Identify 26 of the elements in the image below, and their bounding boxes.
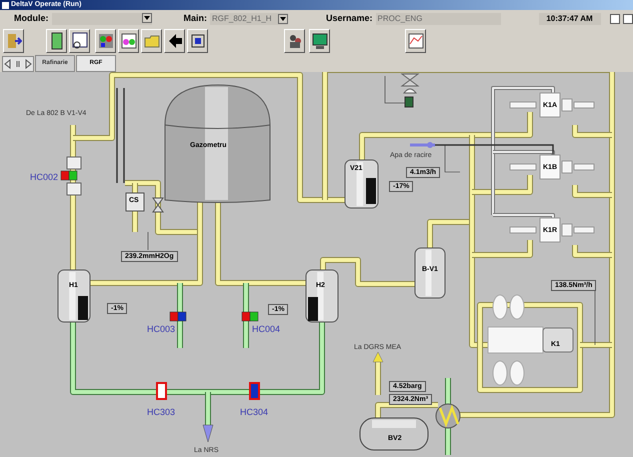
username-field: PROC_ENG [376,12,501,24]
users-icon[interactable] [284,28,305,52]
display-icon[interactable] [118,28,139,52]
main-dropdown[interactable]: RGF_802_H1_H [210,12,288,24]
caret-icon [278,14,288,24]
exit-icon[interactable] [3,28,24,52]
table-search-icon[interactable] [69,28,90,52]
clock: 10:37:47 AM [538,12,601,24]
valve-tag[interactable]: HC303 [147,406,176,420]
module-label: Module: [14,12,48,25]
fullscreen-icon[interactable] [187,28,208,52]
monitor-icon[interactable] [309,28,330,52]
caret-icon [142,12,152,22]
panel-icon[interactable] [46,28,67,52]
username-label: Username: [326,12,373,25]
valve-tag[interactable]: HC003 [147,323,176,336]
colored-blocks-icon[interactable] [95,28,116,52]
main-label: Main: [184,12,207,25]
valve-tag[interactable]: HC004 [252,323,280,336]
module-dropdown[interactable] [52,12,152,24]
navigation-arrows-icon[interactable] [2,56,34,72]
chart-icon[interactable] [405,28,426,52]
app-icon [2,2,9,8]
valve-tag[interactable]: HC304 [240,406,268,420]
valve-tag[interactable]: HC002 [30,171,58,184]
folder-icon[interactable] [141,28,162,52]
